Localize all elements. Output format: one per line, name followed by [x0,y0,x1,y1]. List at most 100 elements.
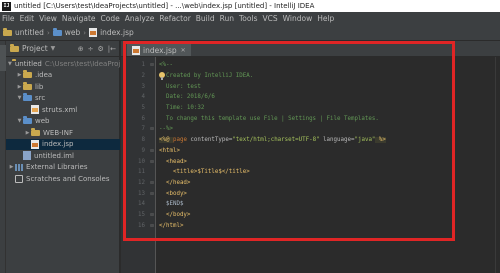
tree-item-label: index.jsp [42,140,74,149]
code-text: </html> [159,222,184,229]
menu-analyze[interactable]: Analyze [125,14,155,23]
fold-icon[interactable]: ⊟ [148,180,156,186]
menu-window[interactable]: Window [283,14,313,23]
project-tool-window: Project ▼ ⊕ ÷ ⚙ |← ▼ untitled C:\Users\t… [0,41,120,273]
project-panel-header: Project ▼ ⊕ ÷ ⚙ |← [6,41,120,57]
code-line: 4 Date: 2018/6/6 [121,92,500,103]
menu-run[interactable]: Run [220,14,234,23]
code-line: 14 $END$ [121,199,500,210]
line-number: 9 [141,147,146,154]
breadcrumb-project[interactable]: untitled [3,27,44,37]
collapse-arrow-icon[interactable]: ▶ [24,130,31,136]
line-number: 7 [141,126,146,133]
line-number: 4 [141,94,146,101]
menu-refactor[interactable]: Refactor [159,14,190,23]
breadcrumb-file[interactable]: index.jsp [89,28,134,37]
fold-icon[interactable]: ⊟ [148,212,156,218]
breadcrumb-folder-label: web [64,28,81,37]
tree-item-web-inf[interactable]: ▶ WEB-INF [6,127,120,139]
close-icon[interactable]: ✕ [181,47,186,54]
scratch-icon [15,174,23,183]
code-text: User: test [159,83,201,90]
code-line: 1 ⊟ <%-- [121,60,500,71]
menu-navigate[interactable]: Navigate [62,14,96,23]
menu-help[interactable]: Help [317,14,334,23]
tree-item-lib[interactable]: ▶ lib [6,81,120,93]
directive-close: %> [375,137,386,144]
tree-item-label: web [35,117,50,126]
menu-tools[interactable]: Tools [239,14,257,23]
line-number: 15 [138,211,145,218]
tree-item-root[interactable]: ▼ untitled C:\Users\test\IdeaProjects\un… [6,58,120,70]
line-number: 2 [141,73,146,80]
fold-icon[interactable]: ⊟ [148,223,156,229]
lightbulb-icon[interactable] [159,71,165,80]
menu-edit[interactable]: Edit [20,14,35,23]
code-text: Created by IntelliJ IDEA. [159,73,254,80]
fold-icon[interactable]: ⊟ [148,62,156,68]
tree-item-scratches[interactable]: Scratches and Consoles [6,173,120,185]
code-text: </body> [159,211,191,218]
code-text: <head> [159,158,187,165]
chevron-down-icon[interactable]: ▼ [51,45,56,52]
project-view-icon [10,43,19,52]
tree-item-iml[interactable]: untitled.iml [6,150,120,162]
directive-attr: language= [319,137,355,144]
folder-icon [31,127,40,136]
window-title-bar: IJ untitled [C:\Users\test\IdeaProjects\… [0,0,500,12]
collapse-arrow-icon[interactable]: ▶ [16,72,23,78]
expand-arrow-icon[interactable]: ▼ [8,61,12,67]
expand-arrow-icon[interactable]: ▼ [16,118,23,124]
collapse-arrow-icon[interactable]: ▶ [8,164,15,170]
code-text: <title>$Title$</title> [159,169,250,176]
fold-icon[interactable]: ⊟ [148,148,156,154]
tree-item-idea[interactable]: ▶ .idea [6,70,120,82]
breadcrumb-separator-icon: › [46,28,50,37]
code-text: Time: 10:32 [159,105,205,112]
web-folder-icon [23,116,32,125]
tab-index-jsp[interactable]: index.jsp ✕ [127,42,191,56]
code-text: Date: 2018/6/6 [159,94,215,101]
tree-item-src[interactable]: ▼ src [6,93,120,105]
fold-icon[interactable]: ⊟ [148,159,156,165]
menu-build[interactable]: Build [196,14,215,23]
tree-item-label: .idea [35,71,53,80]
tree-item-label: untitled.iml [34,151,74,160]
project-view-selector[interactable]: Project [22,44,48,53]
tree-item-label: untitled [14,59,42,68]
source-folder-icon [23,93,32,102]
tab-label: index.jsp [143,45,177,55]
fold-icon[interactable]: ⊟ [148,126,156,132]
menu-file[interactable]: File [2,14,15,23]
gear-icon[interactable]: ⚙ [97,45,103,53]
code-line: 10 ⊟ <head> [121,156,500,167]
breadcrumb-folder[interactable]: web [52,27,81,37]
menu-vcs[interactable]: VCS [262,14,277,23]
locate-icon[interactable]: ⊕ [78,45,84,53]
code-text: <body> [159,190,187,197]
tree-item-index-jsp[interactable]: index.jsp [6,138,120,150]
menu-code[interactable]: Code [101,14,120,23]
collapse-arrow-icon[interactable]: ▶ [16,84,23,90]
hide-icon[interactable]: |← [108,45,116,53]
breadcrumb-separator-icon: › [83,28,87,37]
tree-item-web[interactable]: ▼ web [6,116,120,128]
line-number: 6 [141,115,146,122]
jsp-file-icon [89,28,98,37]
module-file-icon [23,151,31,161]
expand-arrow-icon[interactable]: ▼ [16,95,23,101]
code-editor[interactable]: 1 ⊟ <%-- 2 Created by IntelliJ IDEA. 3 U… [121,57,500,273]
tree-item-struts-xml[interactable]: struts.xml [6,104,120,116]
line-number: 1 [141,62,146,69]
menu-view[interactable]: View [39,14,57,23]
editor-scrollbar[interactable] [495,57,500,273]
menu-bar: File Edit View Navigate Code Analyze Ref… [0,12,500,25]
collapse-icon[interactable]: ÷ [88,45,94,53]
tree-item-label: Scratches and Consoles [26,174,110,183]
line-number: 10 [138,158,145,165]
tree-item-external-libraries[interactable]: ▶ External Libraries [6,162,120,174]
code-line: 13 ⊟ <body> [121,188,500,199]
web-folder-icon [52,27,62,36]
fold-icon[interactable]: ⊟ [148,191,156,197]
tree-item-label: lib [35,82,44,91]
